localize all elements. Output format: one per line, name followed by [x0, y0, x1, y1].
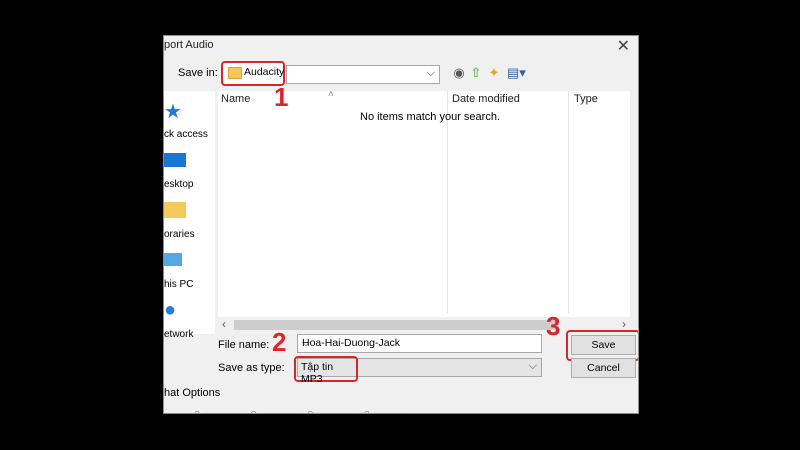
place-network[interactable]: ● etwork [164, 299, 215, 347]
libraries-icon [164, 199, 186, 218]
back-icon[interactable]: ◉ [451, 65, 467, 81]
file-list[interactable]: Name ˄ Date modified Type No items match… [218, 89, 630, 334]
annotation-number-1: 1 [274, 82, 289, 112]
star-icon: ★ [164, 101, 182, 123]
empty-message: No items match your search. [360, 111, 500, 123]
place-this-pc[interactable]: his PC [164, 249, 215, 297]
places-bar: ★ ck access esktop oraries his PC ● etwo… [164, 91, 215, 340]
chevron-down-icon[interactable]: ⌵ [427, 67, 435, 80]
save-in-combo[interactable]: ⌵ [286, 65, 440, 84]
column-header-name[interactable]: Name [221, 93, 250, 105]
folder-icon [228, 67, 242, 79]
place-quick-access[interactable]: ★ ck access [164, 99, 215, 147]
place-desktop[interactable]: esktop [164, 149, 215, 197]
save-in-label: Save in: [178, 67, 218, 79]
annotation-number-3: 3 [546, 311, 561, 341]
column-header-type[interactable]: Type [574, 93, 598, 105]
sort-ascending-icon: ˄ [328, 89, 334, 100]
save-as-type-label: Save as type: [218, 362, 285, 374]
chevron-down-icon[interactable]: ⌵ [529, 360, 537, 373]
scroll-right-icon[interactable]: › [622, 317, 626, 331]
desktop-icon [164, 149, 186, 167]
place-libraries[interactable]: oraries [164, 199, 215, 247]
column-divider [447, 91, 448, 313]
annotation-number-2: 2 [272, 327, 287, 357]
save-as-type-value: Tập tin MP3 [301, 361, 334, 385]
format-options-label: hat Options [164, 387, 221, 399]
save-as-type-highlight: Tập tin MP3 [294, 356, 358, 385]
save-in-folder-label: Audacity [244, 66, 285, 78]
new-folder-icon[interactable]: ✦ [486, 65, 502, 81]
file-name-label: File name: [218, 339, 270, 351]
export-audio-dialog: port Audio ✕ Save in: ⌵ Audacity ◉ ⇧ ✦ ▤… [163, 35, 639, 414]
file-name-input[interactable]: Hoa-Hai-Duong-Jack ⌵ [297, 334, 542, 353]
cancel-button[interactable]: Cancel [571, 358, 636, 378]
network-icon: ● [164, 299, 177, 321]
column-divider [568, 91, 569, 313]
computer-icon [164, 249, 182, 266]
dialog-title: port Audio [164, 39, 214, 51]
up-folder-icon[interactable]: ⇧ [468, 65, 484, 81]
column-header-date[interactable]: Date modified [452, 93, 520, 105]
save-button[interactable]: Save [571, 335, 636, 355]
format-options-row: ○ ··········· ○ ··········· ○ ··········… [194, 408, 410, 414]
view-menu-icon[interactable]: ▤▾ [507, 65, 526, 81]
scroll-left-icon[interactable]: ‹ [222, 317, 226, 331]
close-icon[interactable]: ✕ [617, 36, 630, 56]
chevron-down-icon[interactable]: ⌵ [302, 337, 537, 350]
